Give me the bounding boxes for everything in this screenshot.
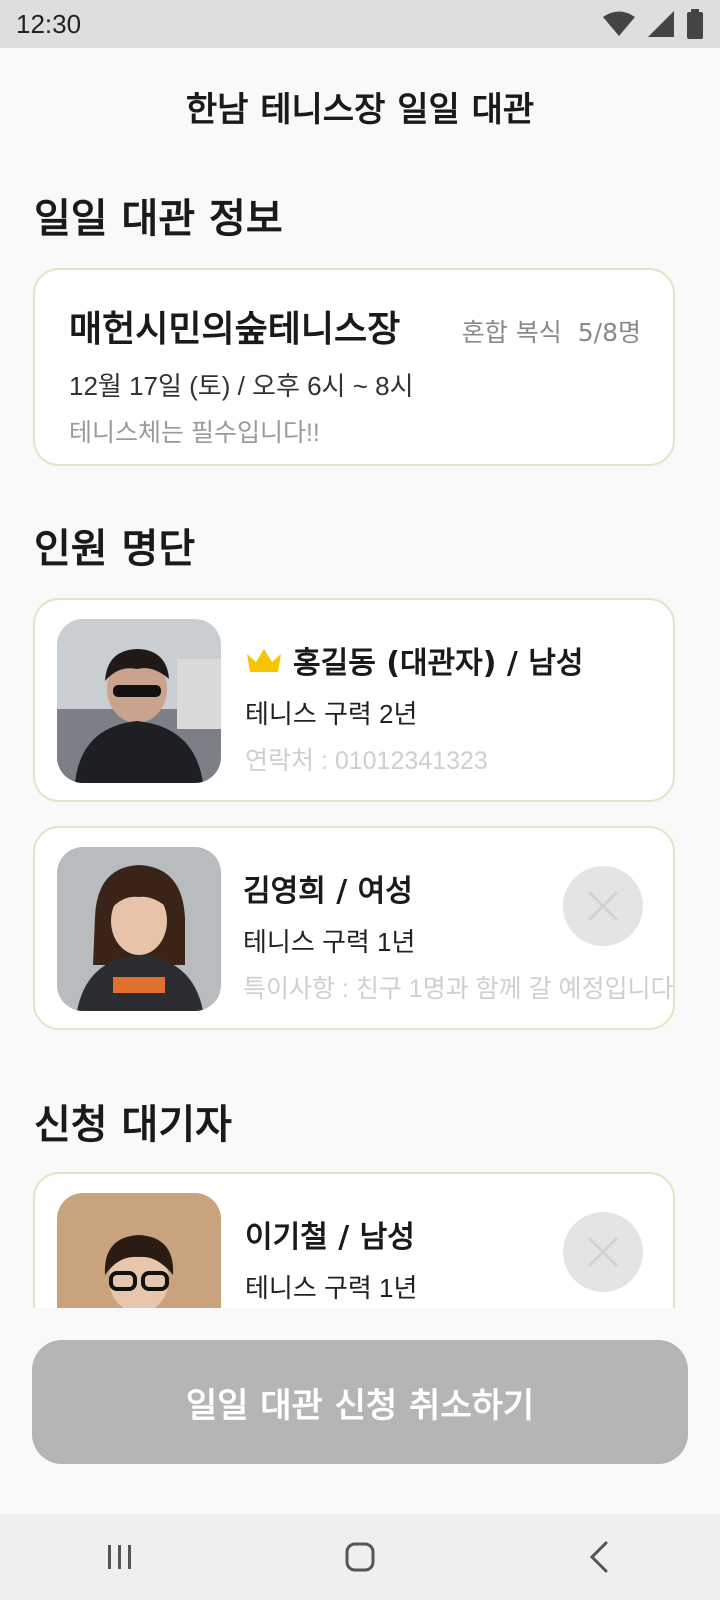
signal-icon <box>648 11 674 37</box>
waitlist-scroll-area[interactable]: 이기철 / 남성 테니스 구력 1년 <box>0 1170 720 1308</box>
member-experience: 테니스 구력 2년 <box>245 699 418 729</box>
member-photo <box>57 1193 221 1308</box>
member-photo <box>57 847 221 1011</box>
home-icon <box>345 1542 375 1572</box>
page-title: 한남 테니스장 일일 대관 <box>185 90 535 130</box>
waitlist-card[interactable]: 이기철 / 남성 테니스 구력 1년 <box>33 1172 675 1308</box>
cancel-rental-button[interactable]: 일일 대관 신청 취소하기 <box>32 1340 688 1464</box>
section-title-info: 일일 대관 정보 <box>34 196 283 242</box>
recent-apps-button[interactable] <box>80 1527 160 1587</box>
home-button[interactable] <box>320 1527 400 1587</box>
member-card-host[interactable]: 홍길동 (대관자) / 남성 테니스 구력 2년 연락처 : 010123413… <box>33 598 675 802</box>
member-contact: 연락처 : 01012341323 <box>245 747 488 775</box>
status-time: 12:30 <box>16 8 82 39</box>
rental-datetime: 12월 17일 (토) / 오후 6시 ~ 8시 <box>69 371 414 401</box>
member-photo <box>57 619 221 783</box>
section-title-waitlist: 신청 대기자 <box>34 1102 232 1148</box>
navigation-bar <box>0 1514 720 1600</box>
battery-icon <box>687 9 703 39</box>
capacity: 5/8명 <box>577 318 641 347</box>
member-text: 홍길동 (대관자) / 남성 테니스 구력 2년 연락처 : 010123413… <box>245 638 653 777</box>
venue-name: 매헌시민의숲테니스장 <box>69 309 401 350</box>
venue-row: 매헌시민의숲테니스장 혼합 복식 5/8명 <box>69 300 641 352</box>
rental-note: 테니스체는 필수입니다!! <box>69 419 320 447</box>
status-icons <box>602 9 704 39</box>
remove-waitlist-button[interactable] <box>563 1212 643 1292</box>
member-note: 특이사항 : 친구 1명과 함께 갈 예정입니다 <box>243 975 674 1003</box>
crown-icon <box>247 649 281 672</box>
remove-member-button[interactable] <box>563 866 643 946</box>
section-title-members: 인원 명단 <box>34 526 196 572</box>
close-icon <box>588 1237 618 1267</box>
rental-info-card: 매헌시민의숲테니스장 혼합 복식 5/8명 12월 17일 (토) / 오후 6시… <box>33 268 675 466</box>
member-name: 홍길동 (대관자) / 남성 <box>293 646 584 681</box>
back-button[interactable] <box>560 1527 640 1587</box>
back-icon <box>589 1541 608 1573</box>
close-icon <box>588 891 618 921</box>
recent-apps-icon <box>108 1545 131 1569</box>
member-card[interactable]: 김영희 / 여성 테니스 구력 1년 특이사항 : 친구 1명과 함께 갈 예정… <box>33 826 675 1030</box>
wifi-icon <box>603 11 635 36</box>
member-name-row: 홍길동 (대관자) / 남성 <box>245 638 653 682</box>
venue-meta: 혼합 복식 5/8명 <box>462 313 641 349</box>
status-bar: 12:30 <box>0 0 720 48</box>
game-type: 혼합 복식 <box>461 318 562 347</box>
